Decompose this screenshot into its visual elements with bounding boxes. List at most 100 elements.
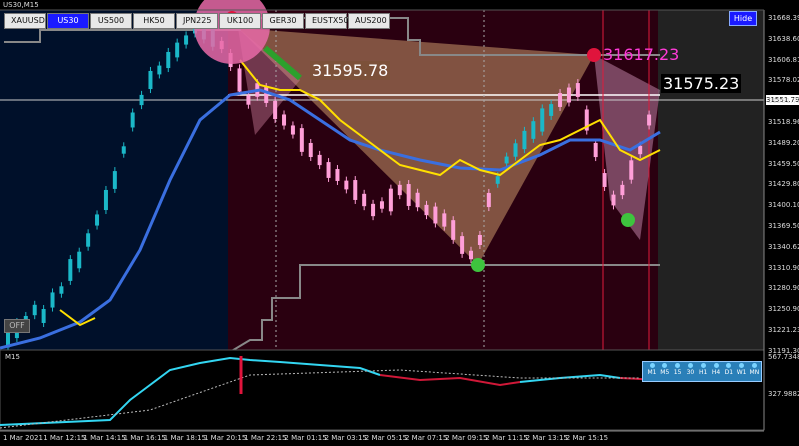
candle-body xyxy=(121,146,126,154)
price-tick-label: 31518.96 xyxy=(768,118,799,126)
candle-body xyxy=(264,87,269,103)
candle-body xyxy=(362,193,367,207)
candle-body xyxy=(41,309,46,323)
symbol-tab-aus200[interactable]: AUS200 xyxy=(348,13,390,29)
time-tick-label: 2 Mar 07:15 xyxy=(405,434,448,442)
candle-body xyxy=(397,184,402,196)
candle-body xyxy=(495,176,500,184)
timeframe-label: H4 xyxy=(711,369,721,376)
candle-body xyxy=(157,65,162,75)
price-tick-label: 31310.90 xyxy=(768,263,799,272)
candle-body xyxy=(130,112,135,128)
price-tick-label: 31578.02 xyxy=(768,76,799,85)
candle-body xyxy=(95,214,100,226)
symbol-tab-ger30[interactable]: GER30 xyxy=(262,13,304,29)
time-tick-label: 2 Mar 15:15 xyxy=(565,434,609,442)
timeframe-panel: M1 M5 15 30 H1 H4 D1 W1 MN xyxy=(642,361,762,382)
candle-body xyxy=(504,156,509,164)
candle-body xyxy=(86,233,91,247)
symbol-tab-eustx50[interactable]: EUSTX50 xyxy=(305,13,349,29)
candle-body xyxy=(451,220,456,240)
candle-body xyxy=(326,162,331,178)
symbol-tab-xauusd[interactable]: XAUUSD xyxy=(4,13,46,29)
candle-body xyxy=(273,100,278,120)
time-tick-label: 1 Mar 18:15 xyxy=(163,434,207,442)
candle-body xyxy=(477,234,482,246)
candle-body xyxy=(486,192,491,208)
candle-body xyxy=(424,204,429,216)
timeframe-dot-icon xyxy=(739,363,745,368)
candle-body xyxy=(522,130,527,150)
candle-body xyxy=(184,35,189,45)
time-tick-label: 1 Mar 2021 xyxy=(3,434,43,442)
price-tick-label: 31340.62 xyxy=(768,242,799,251)
timeframe-dot-icon xyxy=(751,363,757,368)
price-tick-label: 31489.20 xyxy=(768,138,799,147)
symbol-tab-uk100[interactable]: UK100 xyxy=(219,13,261,29)
timeframe-dot-icon xyxy=(662,363,668,368)
timeframe-d1[interactable]: D1 xyxy=(723,362,735,376)
candle-body xyxy=(388,188,393,212)
candle-body xyxy=(379,201,384,209)
timeframe-h4[interactable]: H4 xyxy=(710,362,722,376)
candle-body xyxy=(406,184,411,206)
price-tick-label: 31250.90 xyxy=(768,305,799,314)
timeframe-m5[interactable]: M5 xyxy=(659,362,671,376)
candle-body xyxy=(549,104,554,116)
candle-body xyxy=(148,70,153,90)
timeframe-m1[interactable]: M1 xyxy=(646,362,658,376)
candle-body xyxy=(237,68,242,92)
timeframe-dot-icon xyxy=(726,363,732,368)
pattern-label-right-top: 31617.23 xyxy=(603,45,680,64)
candle-body xyxy=(246,95,251,105)
timeframe-15[interactable]: 15 xyxy=(672,362,684,376)
timeframe-h1[interactable]: H1 xyxy=(697,362,709,376)
time-tick-label: 2 Mar 03:15 xyxy=(324,434,367,442)
symbol-tab-hk50[interactable]: HK50 xyxy=(133,13,175,29)
price-tick-label: 31369.50 xyxy=(768,222,799,230)
price-tick-label: 31280.90 xyxy=(768,284,799,293)
symbol-tab-us500[interactable]: US500 xyxy=(90,13,132,29)
time-tick-label: 1 Mar 22:15 xyxy=(244,434,287,442)
timeframe-mn[interactable]: MN xyxy=(748,362,760,376)
price-tick-label: 31459.50 xyxy=(768,159,799,168)
symbol-tab-jpn225[interactable]: JPN225 xyxy=(176,13,218,29)
bottom-dot xyxy=(471,258,485,272)
candle-body xyxy=(112,171,117,189)
hide-button[interactable]: Hide xyxy=(729,11,757,26)
timeframe-w1[interactable]: W1 xyxy=(736,362,748,376)
candle-body xyxy=(290,125,295,135)
price-tick-label: 31400.10 xyxy=(768,201,799,210)
timeframe-30[interactable]: 30 xyxy=(684,362,696,376)
time-tick-label: 2 Mar 09:15 xyxy=(445,434,488,442)
candle-body xyxy=(433,206,438,224)
candle-body xyxy=(540,108,545,132)
candle-body xyxy=(611,194,616,206)
timeframe-dot-icon xyxy=(700,363,706,368)
candle-body xyxy=(299,128,304,152)
time-tick-label: 1 Mar 14:15 xyxy=(83,434,126,442)
candle-body xyxy=(531,121,536,139)
candle-body xyxy=(469,250,474,260)
timeframe-dot-icon xyxy=(687,363,693,368)
candle-body xyxy=(335,169,340,181)
candle-body xyxy=(629,160,634,180)
timeframe-label: 15 xyxy=(673,369,682,376)
candle-body xyxy=(353,180,358,200)
timeframe-label: W1 xyxy=(736,369,747,376)
timeframe-label: H1 xyxy=(699,369,708,376)
candle-body xyxy=(620,184,625,196)
time-tick-label: 1 Mar 20:15 xyxy=(204,434,247,442)
price-tick-label: 31551.79 xyxy=(768,97,799,106)
timeframe-label: MN xyxy=(749,369,760,376)
candle-body xyxy=(175,42,180,58)
symbol-tab-us30[interactable]: US30 xyxy=(47,13,89,29)
candle-body xyxy=(371,203,376,217)
candle-body xyxy=(566,87,571,103)
chart-title: US30,M15 xyxy=(3,1,39,9)
right-top-dot xyxy=(587,48,601,62)
timeframe-dot-icon xyxy=(713,363,719,368)
signal-dot xyxy=(621,213,635,227)
indicator-title: M15 xyxy=(5,353,20,361)
off-button[interactable]: OFF xyxy=(4,319,30,333)
